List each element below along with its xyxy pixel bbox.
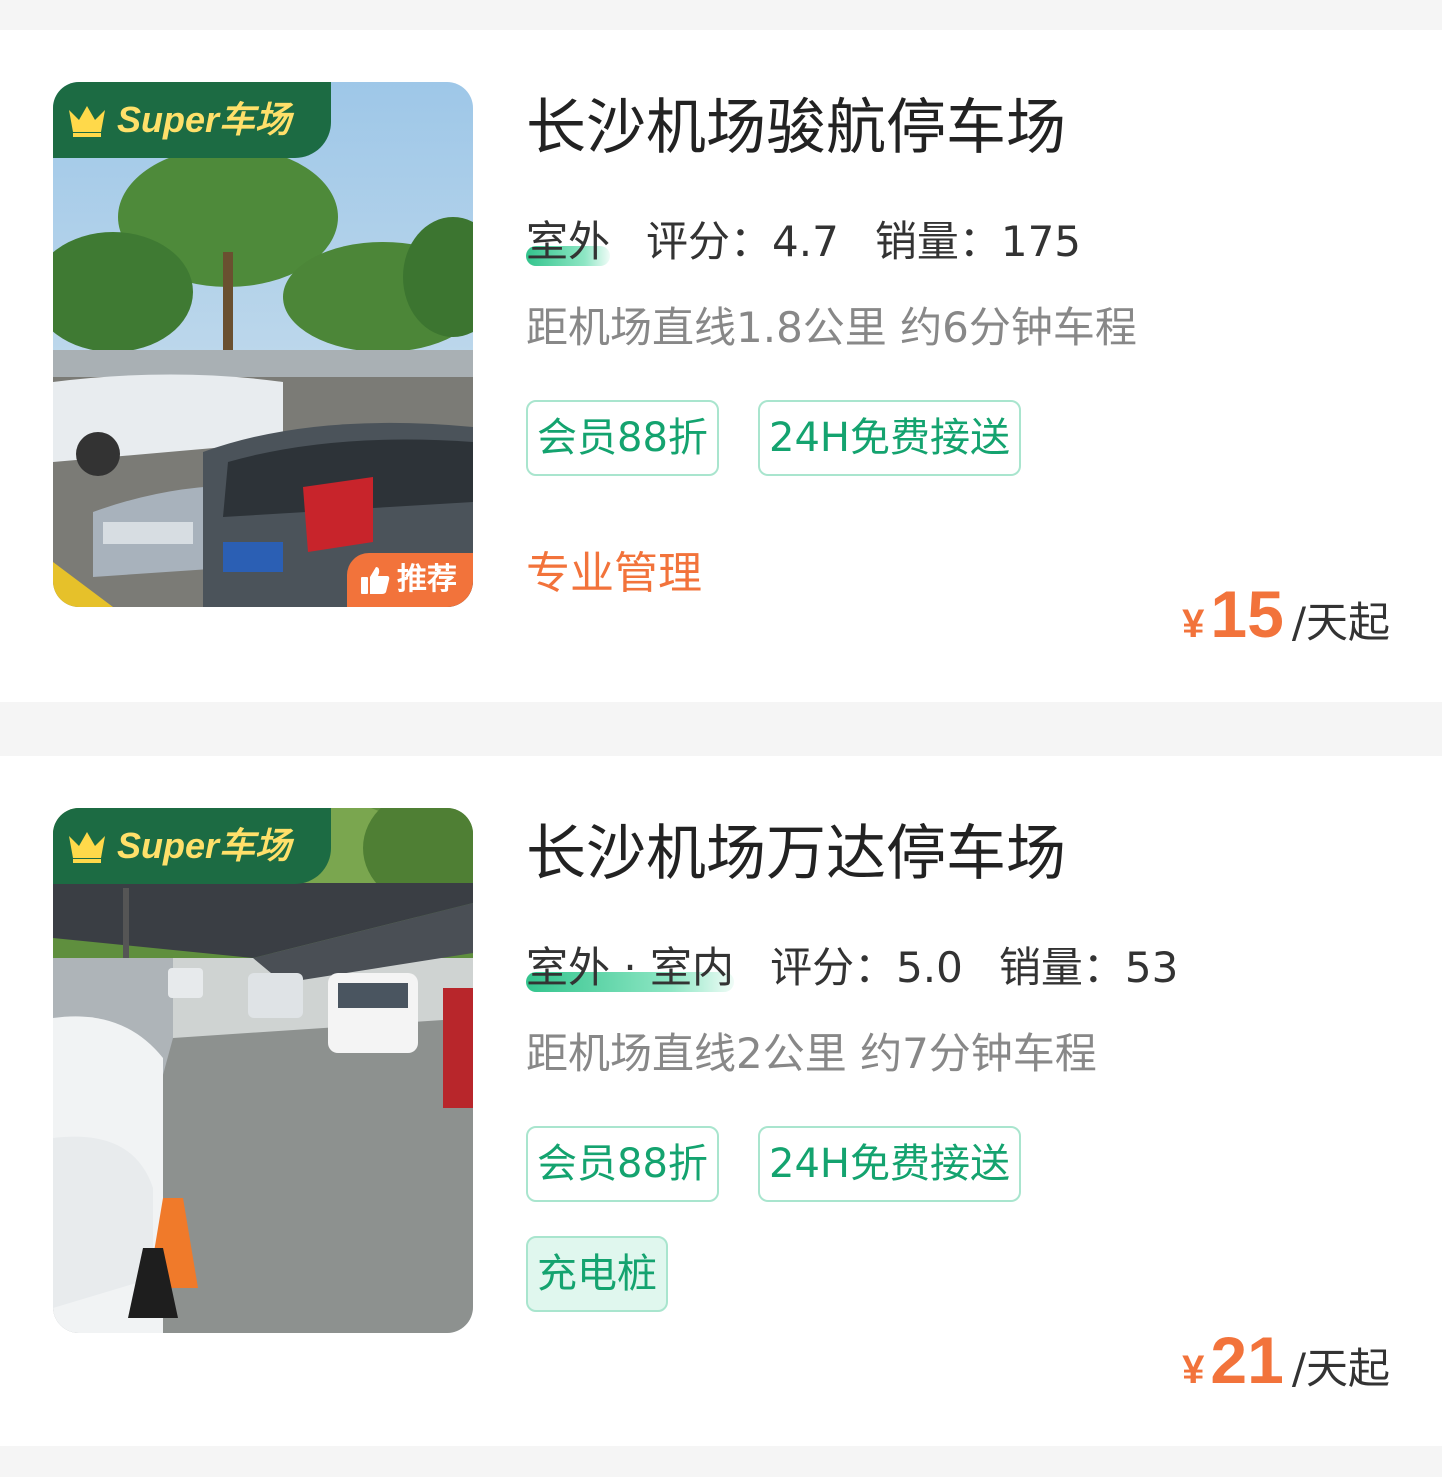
rating-value: 5.0 [896, 943, 963, 992]
parking-meta-row: 室外 · 室内 评分：5.0 销量：53 [526, 940, 1178, 996]
recommend-badge: 推荐 [347, 553, 473, 607]
crown-icon [69, 832, 105, 863]
airport-distance: 距机场直线1.8公里 约6分钟车程 [526, 303, 1137, 352]
member-discount-tag: 会员88折 [526, 400, 719, 476]
thumbs-up-icon [361, 567, 390, 594]
price: ¥21/天起 [1182, 1322, 1390, 1402]
parking-lot-photo[interactable]: Super车场 [53, 808, 473, 1333]
super-badge-label: Super车场 [117, 825, 292, 866]
recommend-label: 推荐 [397, 562, 457, 597]
charging-station-tag: 充电桩 [526, 1236, 668, 1312]
sales-value: 175 [1000, 217, 1082, 266]
parking-type: 室外 [526, 214, 611, 270]
sales-value: 53 [1124, 943, 1179, 992]
price-unit: /天起 [1291, 1344, 1390, 1393]
rating-value: 4.7 [772, 217, 839, 266]
rating-label: 评分： [646, 217, 773, 266]
rating-label: 评分： [770, 943, 897, 992]
outdoor-parking-photo [53, 82, 473, 607]
parking-type-label: 室外 [526, 217, 611, 266]
airport-distance: 距机场直线2公里 约7分钟车程 [526, 1029, 1097, 1078]
super-badge-label: Super车场 [117, 99, 292, 140]
member-discount-tag: 会员88折 [526, 1126, 719, 1202]
parking-lot-title[interactable]: 长沙机场万达停车场 [526, 814, 1066, 894]
sales-label: 销量： [998, 943, 1125, 992]
super-parking-badge: Super车场 [53, 808, 331, 884]
parking-lot-photo[interactable]: Super车场 推荐 [53, 82, 473, 607]
price-unit: /天起 [1291, 598, 1390, 647]
sales-label: 销量： [874, 217, 1001, 266]
crown-icon [69, 106, 105, 137]
free-shuttle-tag: 24H免费接送 [758, 400, 1021, 476]
free-shuttle-tag: 24H免费接送 [758, 1126, 1021, 1202]
covered-parking-photo [53, 808, 473, 1333]
parking-type: 室外 · 室内 [526, 940, 735, 996]
price-currency: ¥ [1182, 602, 1205, 646]
parking-lot-title[interactable]: 长沙机场骏航停车场 [526, 88, 1066, 168]
price-amount: 21 [1210, 1323, 1284, 1397]
price-amount: 15 [1210, 577, 1284, 651]
parking-lot-card[interactable]: Super车场 推荐 长沙机场骏航停车场 室外 评分：4.7 销量：175 距机场… [0, 30, 1442, 702]
parking-lot-card[interactable]: Super车场 长沙机场万达停车场 室外 · 室内 评分：5.0 销量：53 距机… [0, 756, 1442, 1446]
price-currency: ¥ [1182, 1348, 1205, 1392]
parking-meta-row: 室外 评分：4.7 销量：175 [526, 214, 1081, 270]
feature-highlight: 专业管理 [526, 548, 702, 599]
super-parking-badge: Super车场 [53, 82, 331, 158]
price: ¥15/天起 [1182, 576, 1390, 656]
parking-type-label: 室外 · 室内 [526, 943, 735, 992]
